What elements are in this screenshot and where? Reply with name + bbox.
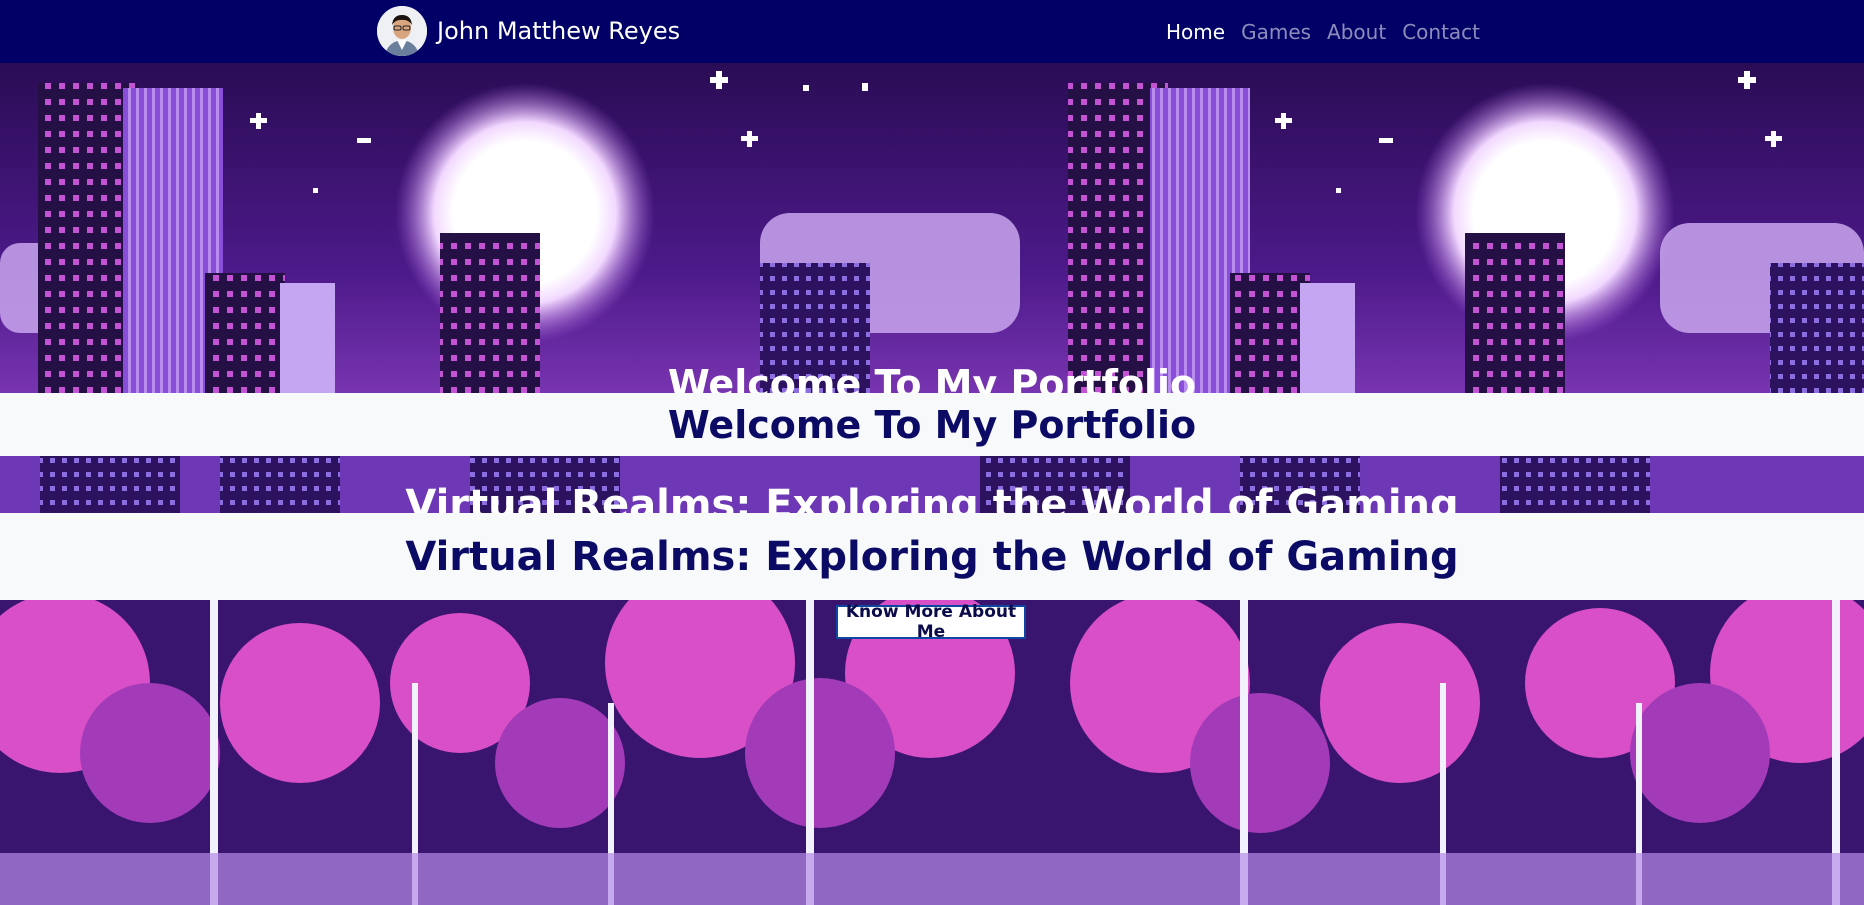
brand-name: John Matthew Reyes	[437, 17, 681, 45]
nav-link-about[interactable]: About	[1327, 20, 1386, 44]
nav-links: Home Games About Contact	[1166, 0, 1480, 63]
welcome-band: Welcome To My Portfolio	[0, 393, 1864, 456]
know-more-button[interactable]: Know More About Me	[836, 602, 1026, 642]
tagline-band: Virtual Realms: Exploring the World of G…	[0, 513, 1864, 600]
nav-link-contact[interactable]: Contact	[1402, 20, 1480, 44]
welcome-heading: Welcome To My Portfolio	[667, 402, 1197, 447]
brand-link[interactable]: John Matthew Reyes	[377, 5, 680, 57]
nav-link-games[interactable]: Games	[1241, 20, 1311, 44]
avatar	[377, 6, 427, 56]
nav-link-home[interactable]: Home	[1166, 20, 1225, 44]
hero-section: Welcome To My Portfolio Virtual Realms: …	[0, 63, 1864, 905]
top-navbar: John Matthew Reyes Home Games About Cont…	[0, 0, 1864, 63]
tagline-heading: Virtual Realms: Exploring the World of G…	[405, 533, 1459, 580]
